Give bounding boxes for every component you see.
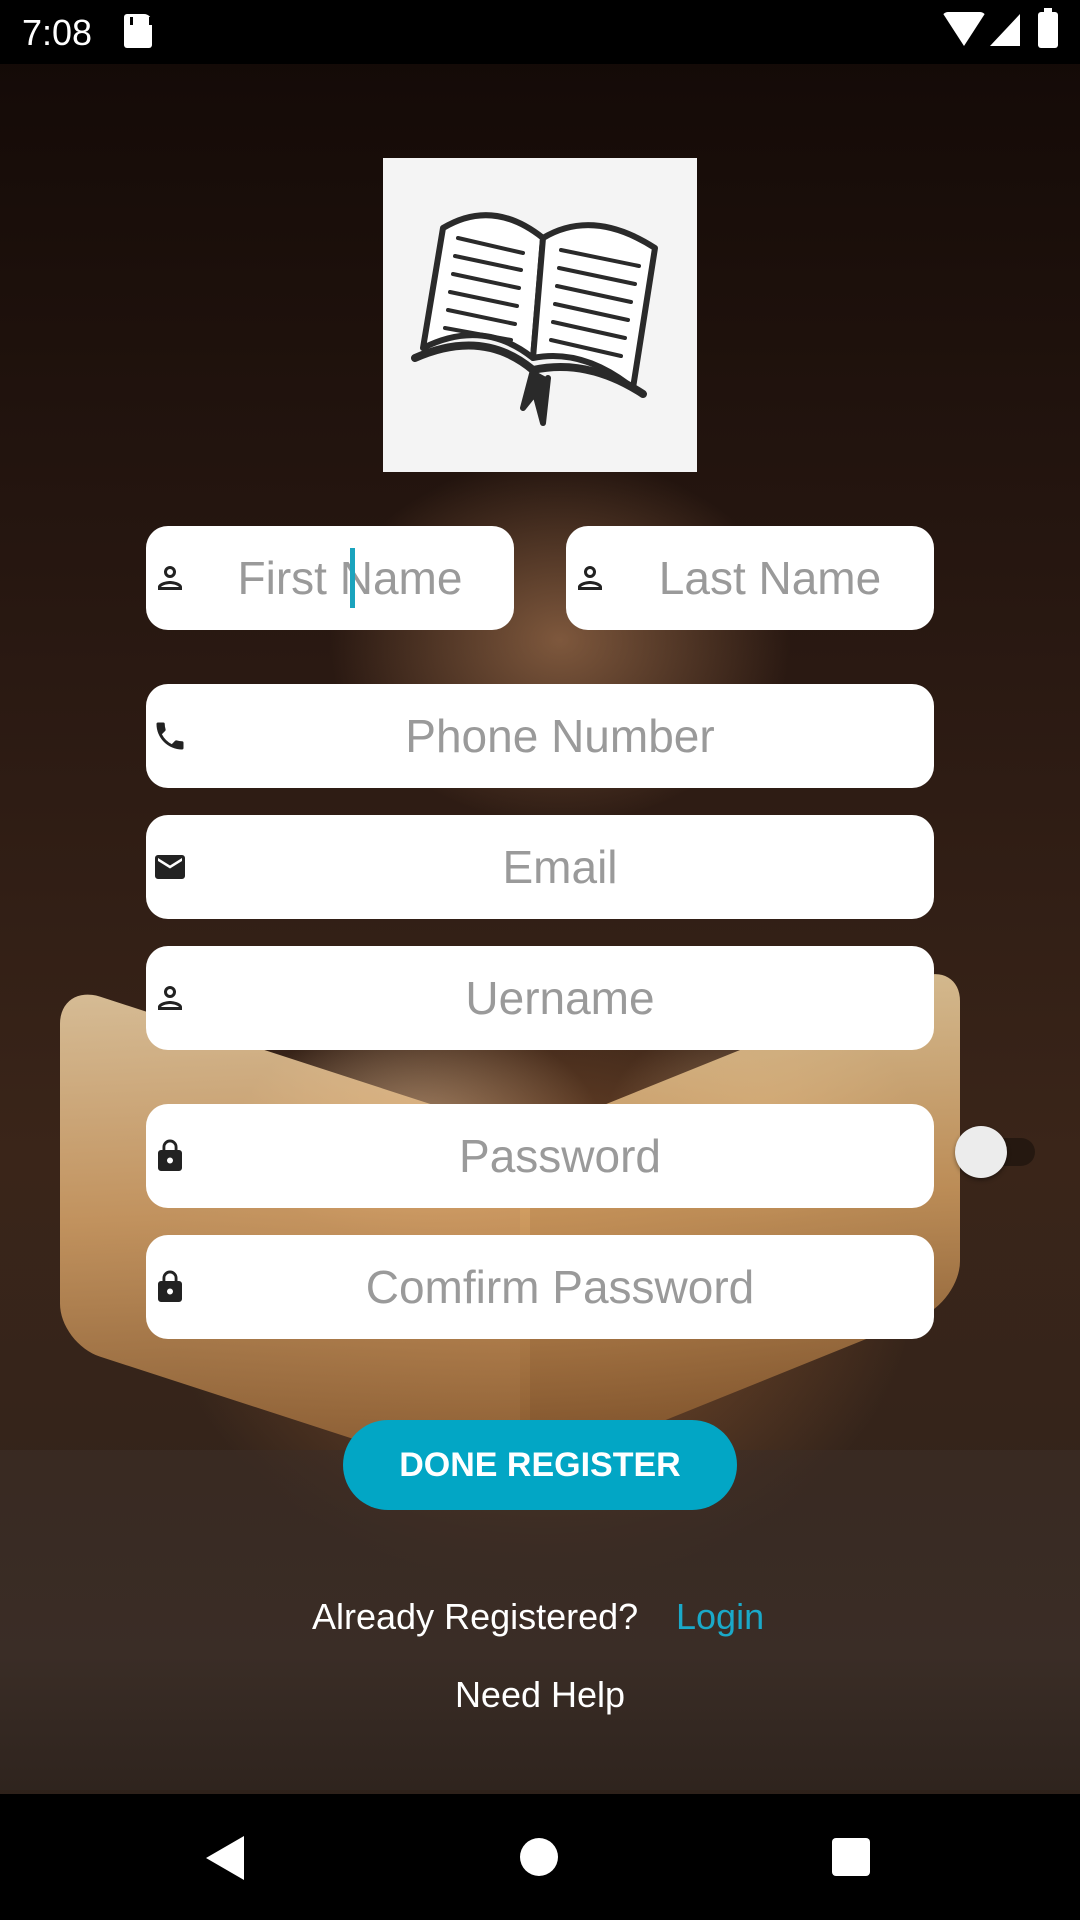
password-input[interactable]: [146, 1104, 934, 1208]
status-bar: 7:08: [0, 0, 1080, 64]
text-cursor: [350, 548, 355, 608]
person-icon: [152, 980, 188, 1016]
email-field[interactable]: [146, 815, 934, 919]
person-icon: [572, 560, 608, 596]
toggle-thumb: [955, 1126, 1007, 1178]
book-logo: [383, 158, 697, 472]
person-icon: [152, 560, 188, 596]
battery-icon: [1038, 8, 1058, 48]
first-name-input[interactable]: [146, 526, 514, 630]
signal-icon: [990, 14, 1020, 46]
phone-field[interactable]: [146, 684, 934, 788]
back-icon[interactable]: [206, 1836, 244, 1880]
confirm-password-input[interactable]: [146, 1235, 934, 1339]
done-register-button[interactable]: DONE REGISTER: [343, 1420, 737, 1510]
status-time: 7:08: [22, 12, 93, 53]
phone-icon: [152, 718, 188, 754]
wifi-icon: [942, 12, 986, 46]
recent-apps-icon[interactable]: [832, 1838, 870, 1876]
username-input[interactable]: [146, 946, 934, 1050]
first-name-field[interactable]: [146, 526, 514, 630]
login-link[interactable]: Login: [676, 1596, 764, 1638]
last-name-field[interactable]: [566, 526, 934, 630]
mail-icon: [152, 849, 188, 885]
show-password-toggle[interactable]: [955, 1126, 1035, 1178]
username-field[interactable]: [146, 946, 934, 1050]
lock-icon: [152, 1138, 188, 1174]
phone-input[interactable]: [146, 684, 934, 788]
already-registered-text: Already Registered?: [312, 1596, 639, 1637]
open-book-icon: [411, 212, 658, 426]
sd-card-icon: [124, 14, 152, 48]
navigation-bar: [0, 1794, 1080, 1920]
lock-icon: [152, 1269, 188, 1305]
need-help-link[interactable]: Need Help: [0, 1674, 1080, 1716]
confirm-password-field[interactable]: [146, 1235, 934, 1339]
email-input[interactable]: [146, 815, 934, 919]
home-icon[interactable]: [520, 1838, 558, 1876]
password-field[interactable]: [146, 1104, 934, 1208]
last-name-input[interactable]: [566, 526, 934, 630]
